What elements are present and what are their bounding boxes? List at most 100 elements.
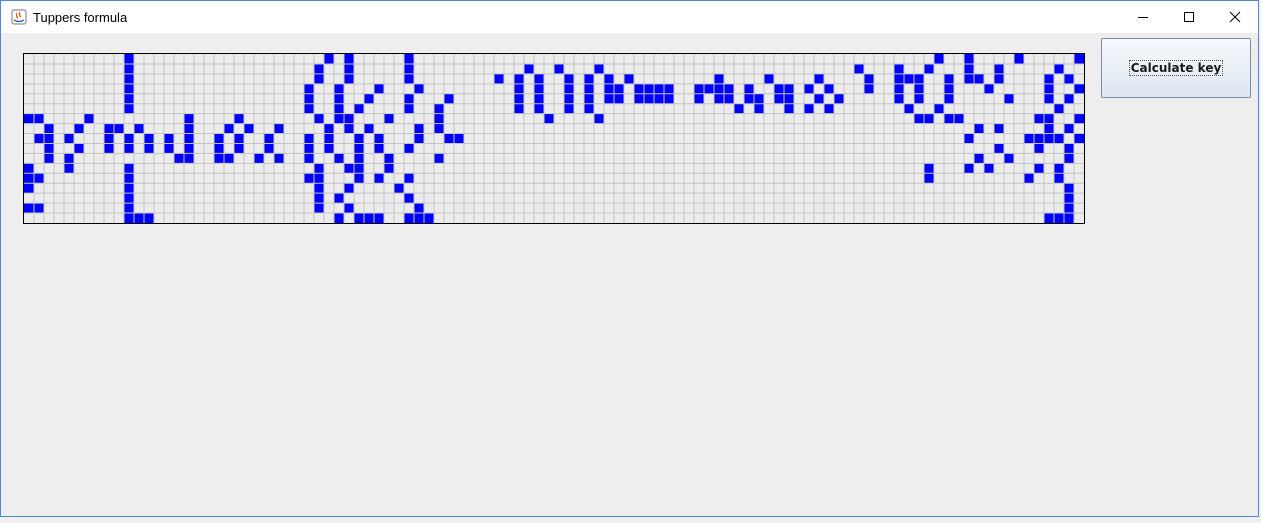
- grid-cell-on[interactable]: [314, 203, 324, 214]
- grid-cell-on[interactable]: [104, 133, 114, 144]
- grid-cell-on[interactable]: [1024, 173, 1034, 184]
- grid-cell-on[interactable]: [414, 213, 424, 223]
- grid-cell-on[interactable]: [124, 54, 134, 64]
- grid-cell-on[interactable]: [34, 113, 44, 124]
- grid-cell-on[interactable]: [524, 63, 534, 74]
- grid-cell-on[interactable]: [1074, 83, 1084, 94]
- grid-cell-on[interactable]: [514, 73, 524, 84]
- grid-cell-on[interactable]: [44, 153, 54, 164]
- grid-cell-on[interactable]: [124, 143, 134, 154]
- grid-cell-on[interactable]: [774, 93, 784, 104]
- grid-cell-on[interactable]: [1074, 113, 1084, 124]
- grid-cell-on[interactable]: [434, 113, 444, 124]
- grid-cell-on[interactable]: [1064, 183, 1074, 194]
- grid-cell-on[interactable]: [1054, 103, 1064, 114]
- grid-cell-on[interactable]: [24, 203, 34, 214]
- grid-cell-on[interactable]: [174, 153, 184, 164]
- grid-cell-on[interactable]: [534, 103, 544, 114]
- grid-cell-on[interactable]: [1044, 73, 1054, 84]
- grid-cell-on[interactable]: [1054, 63, 1064, 74]
- grid-cell-on[interactable]: [944, 113, 954, 124]
- grid-cell-on[interactable]: [164, 133, 174, 144]
- grid-cell-on[interactable]: [334, 83, 344, 94]
- grid-cell-on[interactable]: [44, 133, 54, 144]
- grid-cell-on[interactable]: [44, 123, 54, 134]
- grid-cell-on[interactable]: [304, 153, 314, 164]
- close-button[interactable]: [1212, 1, 1258, 33]
- grid-cell-on[interactable]: [834, 93, 844, 104]
- grid-cell-on[interactable]: [964, 73, 974, 84]
- grid-cell-on[interactable]: [944, 93, 954, 104]
- grid-cell-on[interactable]: [1064, 143, 1074, 154]
- grid-cell-on[interactable]: [564, 73, 574, 84]
- grid-cell-on[interactable]: [1004, 93, 1014, 104]
- grid-cell-on[interactable]: [344, 123, 354, 134]
- grid-cell-on[interactable]: [74, 143, 84, 154]
- grid-cell-on[interactable]: [944, 83, 954, 94]
- maximize-button[interactable]: [1166, 1, 1212, 33]
- grid-cell-on[interactable]: [1034, 113, 1044, 124]
- grid-cell-on[interactable]: [344, 113, 354, 124]
- grid-cell-on[interactable]: [314, 63, 324, 74]
- grid-cell-on[interactable]: [354, 103, 364, 114]
- grid-cell-on[interactable]: [104, 143, 114, 154]
- grid-cell-on[interactable]: [984, 83, 994, 94]
- grid-cell-on[interactable]: [314, 73, 324, 84]
- grid-cell-on[interactable]: [224, 153, 234, 164]
- grid-cell-on[interactable]: [564, 103, 574, 114]
- grid-cell-on[interactable]: [914, 113, 924, 124]
- grid-cell-on[interactable]: [354, 143, 364, 154]
- grid-cell-on[interactable]: [74, 123, 84, 134]
- grid-cell-on[interactable]: [904, 103, 914, 114]
- grid-cell-on[interactable]: [184, 153, 194, 164]
- grid-cell-on[interactable]: [374, 143, 384, 154]
- grid-cell-on[interactable]: [324, 133, 334, 144]
- grid-cell-on[interactable]: [1054, 133, 1064, 144]
- grid-cell-on[interactable]: [534, 83, 544, 94]
- grid-cell-on[interactable]: [124, 173, 134, 184]
- grid-cell-on[interactable]: [784, 93, 794, 104]
- grid-cell-on[interactable]: [314, 183, 324, 194]
- grid-cell-on[interactable]: [404, 93, 414, 104]
- grid-cell-on[interactable]: [374, 83, 384, 94]
- grid-cell-on[interactable]: [914, 93, 924, 104]
- grid-cell-on[interactable]: [134, 123, 144, 134]
- grid-cell-on[interactable]: [1054, 163, 1064, 174]
- grid-cell-on[interactable]: [694, 93, 704, 104]
- grid-cell-on[interactable]: [964, 63, 974, 74]
- grid-cell-on[interactable]: [374, 213, 384, 223]
- grid-cell-on[interactable]: [584, 73, 594, 84]
- grid-cell-on[interactable]: [1004, 153, 1014, 164]
- grid-cell-on[interactable]: [744, 83, 754, 94]
- grid-cell-on[interactable]: [814, 73, 824, 84]
- grid-cell-on[interactable]: [1064, 193, 1074, 204]
- grid-cell-on[interactable]: [724, 83, 734, 94]
- grid-cell-on[interactable]: [824, 83, 834, 94]
- grid-cell-on[interactable]: [354, 173, 364, 184]
- grid-cell-on[interactable]: [704, 83, 714, 94]
- grid-cell-on[interactable]: [184, 143, 194, 154]
- grid-cell-on[interactable]: [1044, 93, 1054, 104]
- grid-cell-on[interactable]: [904, 73, 914, 84]
- grid-cell-on[interactable]: [584, 103, 594, 114]
- grid-cell-on[interactable]: [334, 193, 344, 204]
- grid-cell-on[interactable]: [234, 133, 244, 144]
- grid-cell-on[interactable]: [364, 93, 374, 104]
- grid-cell-on[interactable]: [604, 83, 614, 94]
- grid-cell-on[interactable]: [304, 173, 314, 184]
- grid-cell-on[interactable]: [274, 123, 284, 134]
- grid-cell-on[interactable]: [604, 73, 614, 84]
- grid-cell-on[interactable]: [444, 133, 454, 144]
- grid-cell-on[interactable]: [964, 54, 974, 64]
- grid-cell-on[interactable]: [454, 133, 464, 144]
- grid-cell-on[interactable]: [564, 83, 574, 94]
- grid-cell-on[interactable]: [1064, 203, 1074, 214]
- grid-cell-on[interactable]: [414, 83, 424, 94]
- grid-cell-on[interactable]: [314, 113, 324, 124]
- grid-cell-on[interactable]: [314, 173, 324, 184]
- grid-cell-on[interactable]: [944, 73, 954, 84]
- grid-cell-on[interactable]: [144, 143, 154, 154]
- grid-cell-on[interactable]: [1014, 54, 1024, 64]
- grid-cell-on[interactable]: [994, 143, 1004, 154]
- grid-cell-on[interactable]: [1054, 213, 1064, 223]
